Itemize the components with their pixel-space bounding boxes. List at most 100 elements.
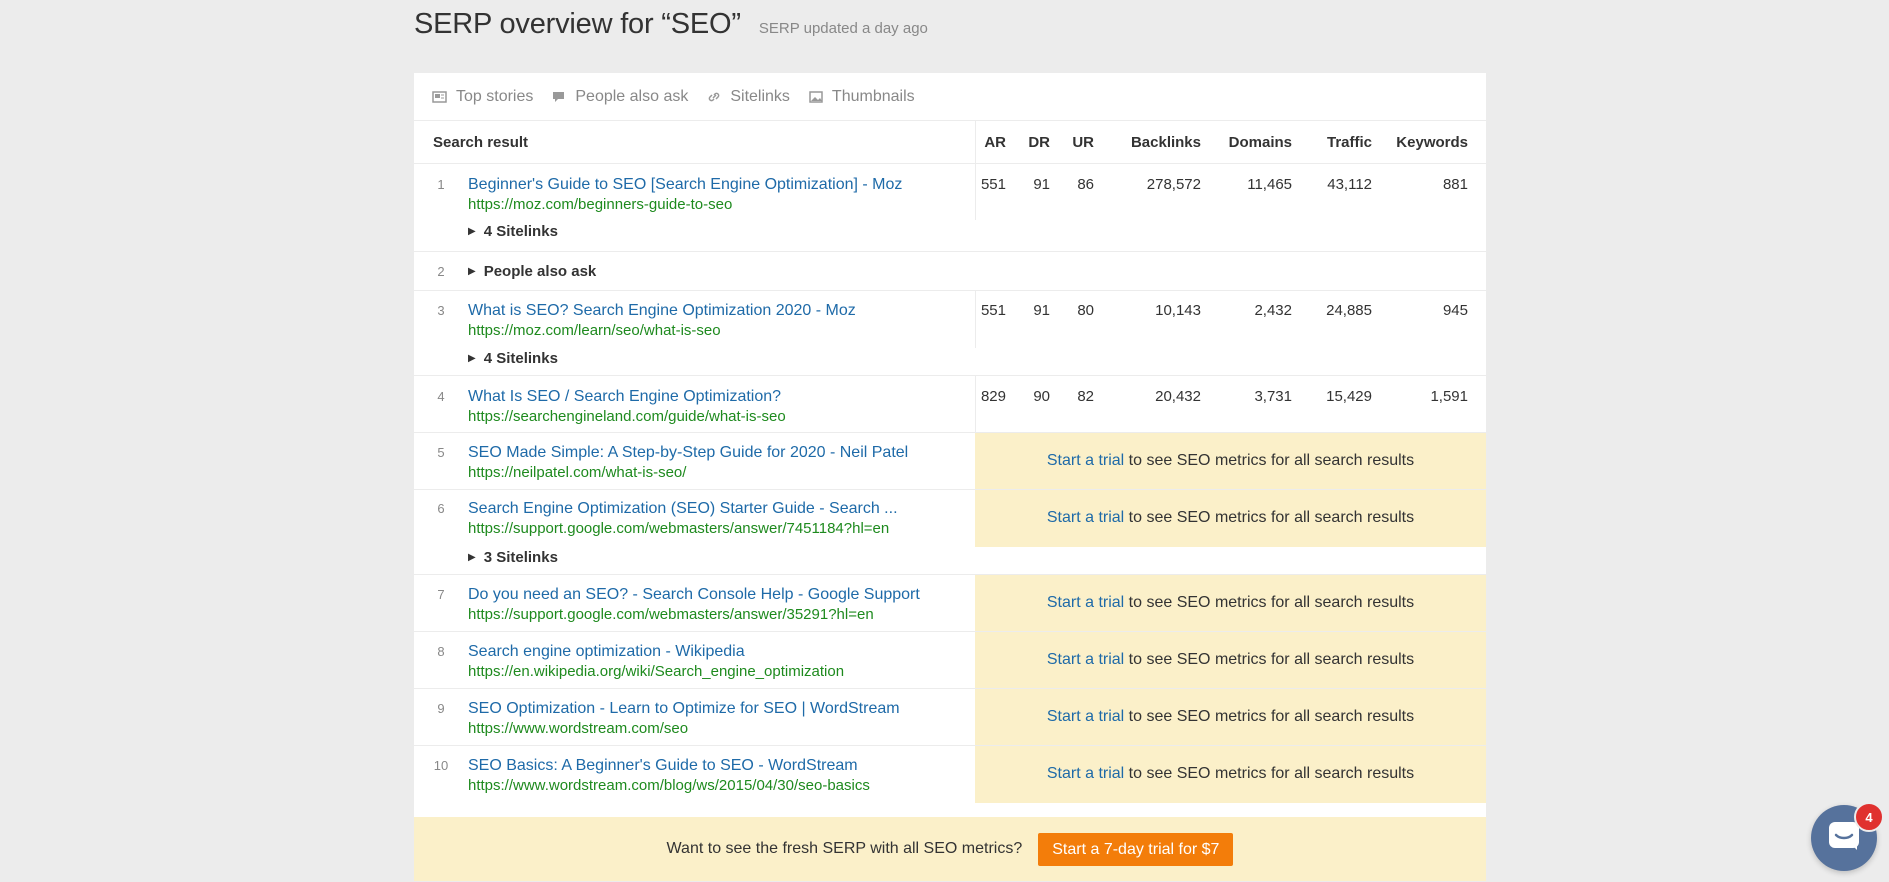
trial-prompt-text: to see SEO metrics for all search result…: [1124, 765, 1415, 783]
trial-prompt-text: to see SEO metrics for all search result…: [1124, 708, 1415, 725]
start-trial-link[interactable]: Start a trial: [1047, 765, 1124, 782]
result-cell: 10 SEO Basics: A Beginner's Guide to SEO…: [414, 746, 975, 803]
trial-prompt: Start a trial to see SEO metrics for all…: [975, 574, 1486, 632]
start-trial-button[interactable]: Start a 7-day trial for $7: [1038, 832, 1234, 866]
serp-updated-text: SERP updated a day ago: [758, 20, 928, 37]
result-rank: 1: [437, 177, 445, 192]
feature-top-stories: Top stories: [432, 88, 533, 106]
metric-domains: 2,432: [1254, 302, 1292, 319]
trial-prompt: Start a trial to see SEO metrics for all…: [975, 745, 1486, 803]
col-backlinks[interactable]: Backlinks: [1111, 121, 1218, 164]
result-cell: 7 Do you need an SEO? - Search Console H…: [414, 574, 975, 632]
result-url[interactable]: https://www.wordstream.com/seo: [468, 719, 900, 739]
table-row: 4 What Is SEO / Search Engine Optimizati…: [414, 375, 1486, 433]
result-title-link[interactable]: Search Engine Optimization (SEO) Starter…: [468, 499, 898, 519]
cta-text: Want to see the fresh SERP with all SEO …: [666, 840, 1023, 857]
result-cell: 6 Search Engine Optimization (SEO) Start…: [414, 490, 975, 547]
metric-dr: 91: [1033, 302, 1050, 319]
expand-triangle-icon: ▶: [468, 265, 476, 277]
result-rank: 8: [437, 644, 445, 659]
sitelinks-cell: ▶ 4 Sitelinks: [414, 219, 1486, 252]
page-title: SERP overview for “SEO”: [414, 8, 741, 40]
result-rank: 2: [437, 263, 445, 279]
feature-thumbnails: Thumbnails: [808, 88, 915, 106]
metric-backlinks: 278,572: [1146, 176, 1201, 193]
result-url[interactable]: https://support.google.com/webmasters/an…: [468, 605, 920, 625]
col-search-result[interactable]: Search result: [414, 121, 975, 164]
col-keywords[interactable]: Keywords: [1389, 121, 1486, 164]
result-title-link[interactable]: Beginner's Guide to SEO [Search Engine O…: [468, 175, 902, 195]
start-trial-link[interactable]: Start a trial: [1047, 708, 1124, 725]
metric-traffic: 43,112: [1327, 176, 1372, 193]
result-rank: 5: [437, 445, 445, 460]
col-dr[interactable]: DR: [1023, 121, 1067, 164]
col-traffic[interactable]: Traffic: [1309, 121, 1389, 164]
metric-keywords: 881: [1442, 176, 1468, 193]
expand-triangle-icon: ▶: [468, 226, 476, 237]
result-url[interactable]: https://neilpatel.com/what-is-seo/: [468, 463, 908, 483]
result-title-link[interactable]: What is SEO? Search Engine Optimization …: [468, 301, 856, 321]
table-row: 10 SEO Basics: A Beginner's Guide to SEO…: [414, 745, 1486, 803]
start-trial-link[interactable]: Start a trial: [1047, 452, 1124, 469]
trial-prompt: Start a trial to see SEO metrics for all…: [975, 432, 1486, 490]
result-url[interactable]: https://en.wikipedia.org/wiki/Search_eng…: [468, 662, 844, 682]
result-url[interactable]: https://support.google.com/webmasters/an…: [468, 519, 898, 539]
start-trial-link[interactable]: Start a trial: [1047, 594, 1124, 611]
sitelinks-toggle[interactable]: ▶ 4 Sitelinks: [414, 348, 1486, 370]
people-also-ask-cell: 2 ▶ People also ask: [414, 251, 1486, 291]
table-header-row: Search result AR DR UR Backlinks Domains…: [414, 121, 1486, 164]
serp-card: Top stories People also ask Sitelinks Th…: [414, 73, 1486, 881]
feature-label: People also ask: [575, 87, 689, 105]
result-title-link[interactable]: Do you need an SEO? - Search Console Hel…: [468, 585, 920, 605]
trial-prompt: Start a trial to see SEO metrics for all…: [975, 489, 1486, 547]
link-icon: [706, 89, 722, 105]
result-rank: 4: [437, 389, 445, 404]
col-ur[interactable]: UR: [1067, 121, 1111, 164]
trial-prompt-text: to see SEO metrics for all search result…: [1124, 594, 1415, 611]
trial-cta-bar: Want to see the fresh SERP with all SEO …: [414, 817, 1486, 881]
result-rank: 9: [437, 701, 445, 716]
result-title-link[interactable]: SEO Optimization - Learn to Optimize for…: [468, 699, 900, 719]
table-row: 3 What is SEO? Search Engine Optimizatio…: [414, 290, 1486, 348]
result-url[interactable]: https://moz.com/beginners-guide-to-seo: [468, 195, 902, 215]
sitelinks-toggle[interactable]: ▶ 3 Sitelinks: [414, 547, 1486, 569]
result-title-link[interactable]: What Is SEO / Search Engine Optimization…: [468, 387, 786, 407]
newspaper-icon: [432, 89, 448, 105]
result-url[interactable]: https://searchengineland.com/guide/what-…: [468, 407, 786, 427]
table-row: 8 Search engine optimization - Wikipedia…: [414, 631, 1486, 689]
result-cell: 8 Search engine optimization - Wikipedia…: [414, 631, 975, 689]
result-title-link[interactable]: SEO Basics: A Beginner's Guide to SEO - …: [468, 756, 870, 776]
metric-dr: 90: [1023, 375, 1067, 433]
serp-features-bar: Top stories People also ask Sitelinks Th…: [414, 73, 1486, 121]
result-url[interactable]: https://moz.com/learn/seo/what-is-seo: [468, 321, 856, 341]
feature-label: Thumbnails: [831, 87, 915, 105]
trial-prompt-text: to see SEO metrics for all search result…: [1124, 651, 1415, 668]
table-row: 1 Beginner's Guide to SEO [Search Engine…: [414, 163, 1486, 220]
metric-ar: 551: [974, 290, 1023, 348]
people-also-ask-toggle[interactable]: ▶ People also ask: [468, 260, 596, 282]
result-rank: 7: [437, 587, 445, 602]
result-url[interactable]: https://www.wordstream.com/blog/ws/2015/…: [468, 776, 870, 796]
feature-sitelinks: Sitelinks: [706, 88, 790, 106]
metric-ar: 551: [974, 163, 1023, 220]
feature-label: Top stories: [456, 87, 534, 105]
table-row: 5 SEO Made Simple: A Step-by-Step Guide …: [414, 432, 1486, 490]
start-trial-link[interactable]: Start a trial: [1047, 509, 1124, 526]
result-title-link[interactable]: SEO Made Simple: A Step-by-Step Guide fo…: [468, 443, 908, 463]
sitelinks-label: 4 Sitelinks: [483, 350, 558, 367]
sitelinks-row: ▶ 4 Sitelinks: [414, 219, 1486, 252]
col-domains[interactable]: Domains: [1218, 121, 1309, 164]
table-row: 6 Search Engine Optimization (SEO) Start…: [414, 489, 1486, 547]
feature-people-also-ask: People also ask: [551, 88, 688, 106]
sitelinks-cell: ▶ 3 Sitelinks: [414, 546, 1486, 575]
result-cell: 9 SEO Optimization - Learn to Optimize f…: [414, 688, 975, 746]
sitelinks-toggle[interactable]: ▶ 4 Sitelinks: [414, 221, 1486, 243]
col-ar[interactable]: AR: [974, 121, 1023, 164]
result-cell: 5 SEO Made Simple: A Step-by-Step Guide …: [414, 432, 975, 490]
sitelinks-label: 3 Sitelinks: [483, 549, 558, 566]
metric-keywords: 1,591: [1389, 375, 1486, 433]
result-title-link[interactable]: Search engine optimization - Wikipedia: [468, 642, 844, 662]
chat-notification-badge: 4: [1854, 802, 1884, 832]
trial-prompt-text: to see SEO metrics for all search result…: [1124, 452, 1415, 469]
start-trial-link[interactable]: Start a trial: [1047, 651, 1124, 668]
